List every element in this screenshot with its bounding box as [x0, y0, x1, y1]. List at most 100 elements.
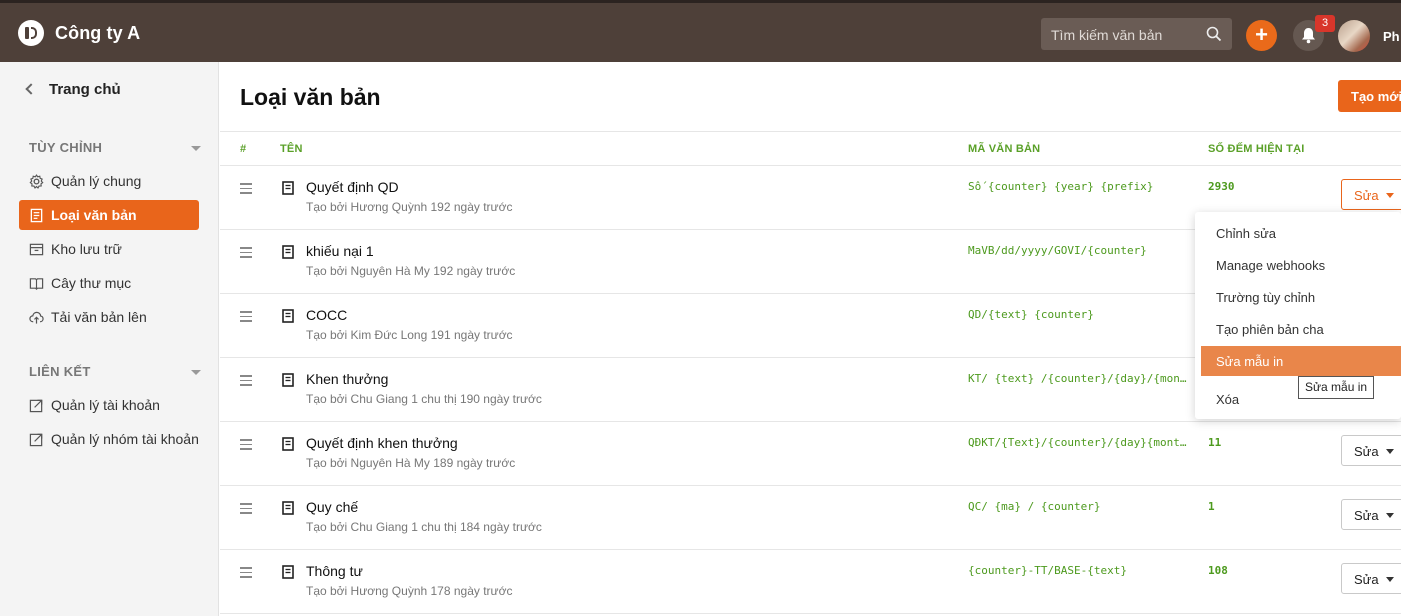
search-input[interactable]: Tìm kiếm văn bản	[1041, 18, 1232, 50]
drag-handle-icon[interactable]	[240, 311, 252, 325]
add-button[interactable]: +	[1246, 20, 1277, 51]
row-code: QC/ {ma} / {counter}	[968, 500, 1101, 513]
column-header-code[interactable]: MÃ VĂN BẢN	[968, 143, 1040, 155]
section-header-customize[interactable]: TÙY CHỈNH	[29, 140, 102, 155]
avatar[interactable]	[1338, 20, 1370, 52]
table-row[interactable]: Thông tư Tạo bởi Hương Quỳnh 178 ngày tr…	[220, 550, 1401, 614]
document-list-icon	[30, 208, 43, 223]
top-header: Công ty A Tìm kiếm văn bản + 3 Ph	[0, 0, 1401, 62]
sidebar-item-archive[interactable]: Kho lưu trữ	[19, 234, 199, 264]
row-name[interactable]: Thông tư	[306, 563, 363, 579]
row-name[interactable]: khiếu nại 1	[306, 243, 374, 259]
row-meta: Tạo bởi Hương Quỳnh 178 ngày trước	[306, 584, 513, 598]
company-name[interactable]: Công ty A	[55, 23, 140, 44]
drag-handle-icon[interactable]	[240, 567, 252, 581]
caret-down-icon	[1386, 449, 1394, 454]
menu-item-create-parent-version[interactable]: Tạo phiên bản cha	[1201, 314, 1401, 344]
drag-handle-icon[interactable]	[240, 183, 252, 197]
row-meta: Tạo bởi Nguyên Hà My 189 ngày trước	[306, 456, 516, 470]
book-icon	[29, 278, 44, 290]
row-code: {counter}-TT/BASE-{text}	[968, 564, 1127, 577]
caret-down-icon	[1386, 193, 1394, 198]
caret-down-icon	[1386, 577, 1394, 582]
search-placeholder: Tìm kiếm văn bản	[1051, 27, 1163, 43]
drag-handle-icon[interactable]	[240, 503, 252, 517]
edit-button[interactable]: Sửa	[1341, 179, 1401, 210]
row-meta: Tạo bởi Nguyên Hà My 192 ngày trước	[306, 264, 516, 278]
sidebar-item-label: Cây thư mục	[51, 275, 132, 291]
sidebar-item-account-groups[interactable]: Quản lý nhóm tài khoản	[19, 424, 199, 454]
sidebar-item-label: Quản lý tài khoản	[51, 397, 160, 413]
row-code: Số {counter} {year} {prefix}	[968, 180, 1154, 193]
gear-icon	[29, 174, 44, 189]
drag-handle-icon[interactable]	[240, 439, 252, 453]
sidebar-item-document-types[interactable]: Loại văn bản	[19, 200, 199, 230]
sidebar-item-general[interactable]: Quản lý chung	[19, 166, 199, 196]
row-meta: Tạo bởi Chu Giang 1 chu thị 190 ngày trư…	[306, 392, 542, 406]
document-icon	[282, 181, 294, 195]
sidebar-item-label: Tải văn bản lên	[51, 309, 147, 325]
username[interactable]: Ph	[1383, 29, 1400, 44]
search-icon[interactable]	[1206, 26, 1222, 42]
table-header: # TÊN MÃ VĂN BẢN SỐ ĐẾM HIỆN TẠI	[220, 131, 1401, 166]
sidebar: Trang chủ TÙY CHỈNH Quản lý chung Loại v…	[0, 62, 219, 616]
drag-handle-icon[interactable]	[240, 247, 252, 261]
bell-icon	[1302, 28, 1315, 44]
column-header-name[interactable]: TÊN	[280, 143, 303, 155]
external-link-icon	[29, 399, 43, 413]
back-home-link[interactable]: Trang chủ	[25, 81, 121, 98]
edit-label: Sửa	[1354, 572, 1379, 587]
table-row[interactable]: Quy chế Tạo bởi Chu Giang 1 chu thị 184 …	[220, 486, 1401, 550]
menu-item-edit-print-template[interactable]: Sửa mẫu in	[1201, 346, 1401, 376]
caret-down-icon	[1386, 513, 1394, 518]
sidebar-item-label: Kho lưu trữ	[51, 241, 122, 257]
menu-item-custom-fields[interactable]: Trường tùy chỉnh	[1201, 282, 1401, 312]
page-title: Loại văn bản	[240, 84, 381, 110]
archive-icon	[29, 243, 44, 256]
document-icon	[282, 309, 294, 323]
edit-label: Sửa	[1354, 444, 1379, 459]
document-icon	[282, 501, 294, 515]
drag-handle-icon[interactable]	[240, 375, 252, 389]
document-icon	[282, 245, 294, 259]
table-row[interactable]: Quyết định khen thưởng Tạo bởi Nguyên Hà…	[220, 422, 1401, 486]
row-meta: Tạo bởi Hương Quỳnh 192 ngày trước	[306, 200, 513, 214]
column-header-index: #	[240, 143, 247, 155]
sidebar-item-folder-tree[interactable]: Cây thư mục	[19, 268, 199, 298]
external-link-icon	[29, 433, 43, 447]
row-name[interactable]: Quy chế	[306, 499, 358, 515]
document-icon	[282, 373, 294, 387]
edit-label: Sửa	[1354, 508, 1379, 523]
row-code: MaVB/dd/yyyy/GOVI/{counter}	[968, 244, 1147, 257]
edit-button[interactable]: Sửa	[1341, 499, 1401, 530]
create-button[interactable]: Tạo mới	[1338, 80, 1401, 112]
caret-down-icon[interactable]	[191, 146, 201, 151]
sidebar-item-upload[interactable]: Tải văn bản lên	[19, 302, 199, 332]
row-name[interactable]: Quyết định QD	[306, 179, 399, 195]
row-count: 108	[1208, 564, 1228, 577]
sidebar-item-accounts[interactable]: Quản lý tài khoản	[19, 390, 199, 420]
caret-down-icon[interactable]	[191, 370, 201, 375]
row-count: 11	[1208, 436, 1222, 449]
menu-item-webhooks[interactable]: Manage webhooks	[1201, 250, 1401, 280]
column-header-counter[interactable]: SỐ ĐẾM HIỆN TẠI	[1208, 143, 1305, 155]
row-code: KT/ {text} /{counter}/{day}/{mon…	[968, 372, 1187, 385]
sidebar-item-label: Quản lý chung	[51, 173, 142, 189]
edit-button[interactable]: Sửa	[1341, 435, 1401, 466]
edit-label: Sửa	[1354, 188, 1379, 203]
cloud-upload-icon	[29, 311, 44, 324]
chevron-left-icon	[25, 83, 37, 95]
company-logo-icon[interactable]	[18, 20, 44, 46]
row-meta: Tạo bởi Chu Giang 1 chu thị 184 ngày trư…	[306, 520, 542, 534]
row-name[interactable]: Quyết định khen thưởng	[306, 435, 458, 451]
row-count: 1	[1208, 500, 1215, 513]
row-name[interactable]: Khen thưởng	[306, 371, 388, 387]
section-header-links[interactable]: LIÊN KẾT	[29, 364, 91, 379]
document-icon	[282, 437, 294, 451]
row-meta: Tạo bởi Kim Đức Long 191 ngày trước	[306, 328, 513, 342]
row-name[interactable]: COCC	[306, 307, 347, 323]
menu-item-edit[interactable]: Chỉnh sửa	[1201, 218, 1401, 248]
notification-badge: 3	[1315, 15, 1335, 32]
edit-button[interactable]: Sửa	[1341, 563, 1401, 594]
back-label: Trang chủ	[49, 81, 121, 98]
